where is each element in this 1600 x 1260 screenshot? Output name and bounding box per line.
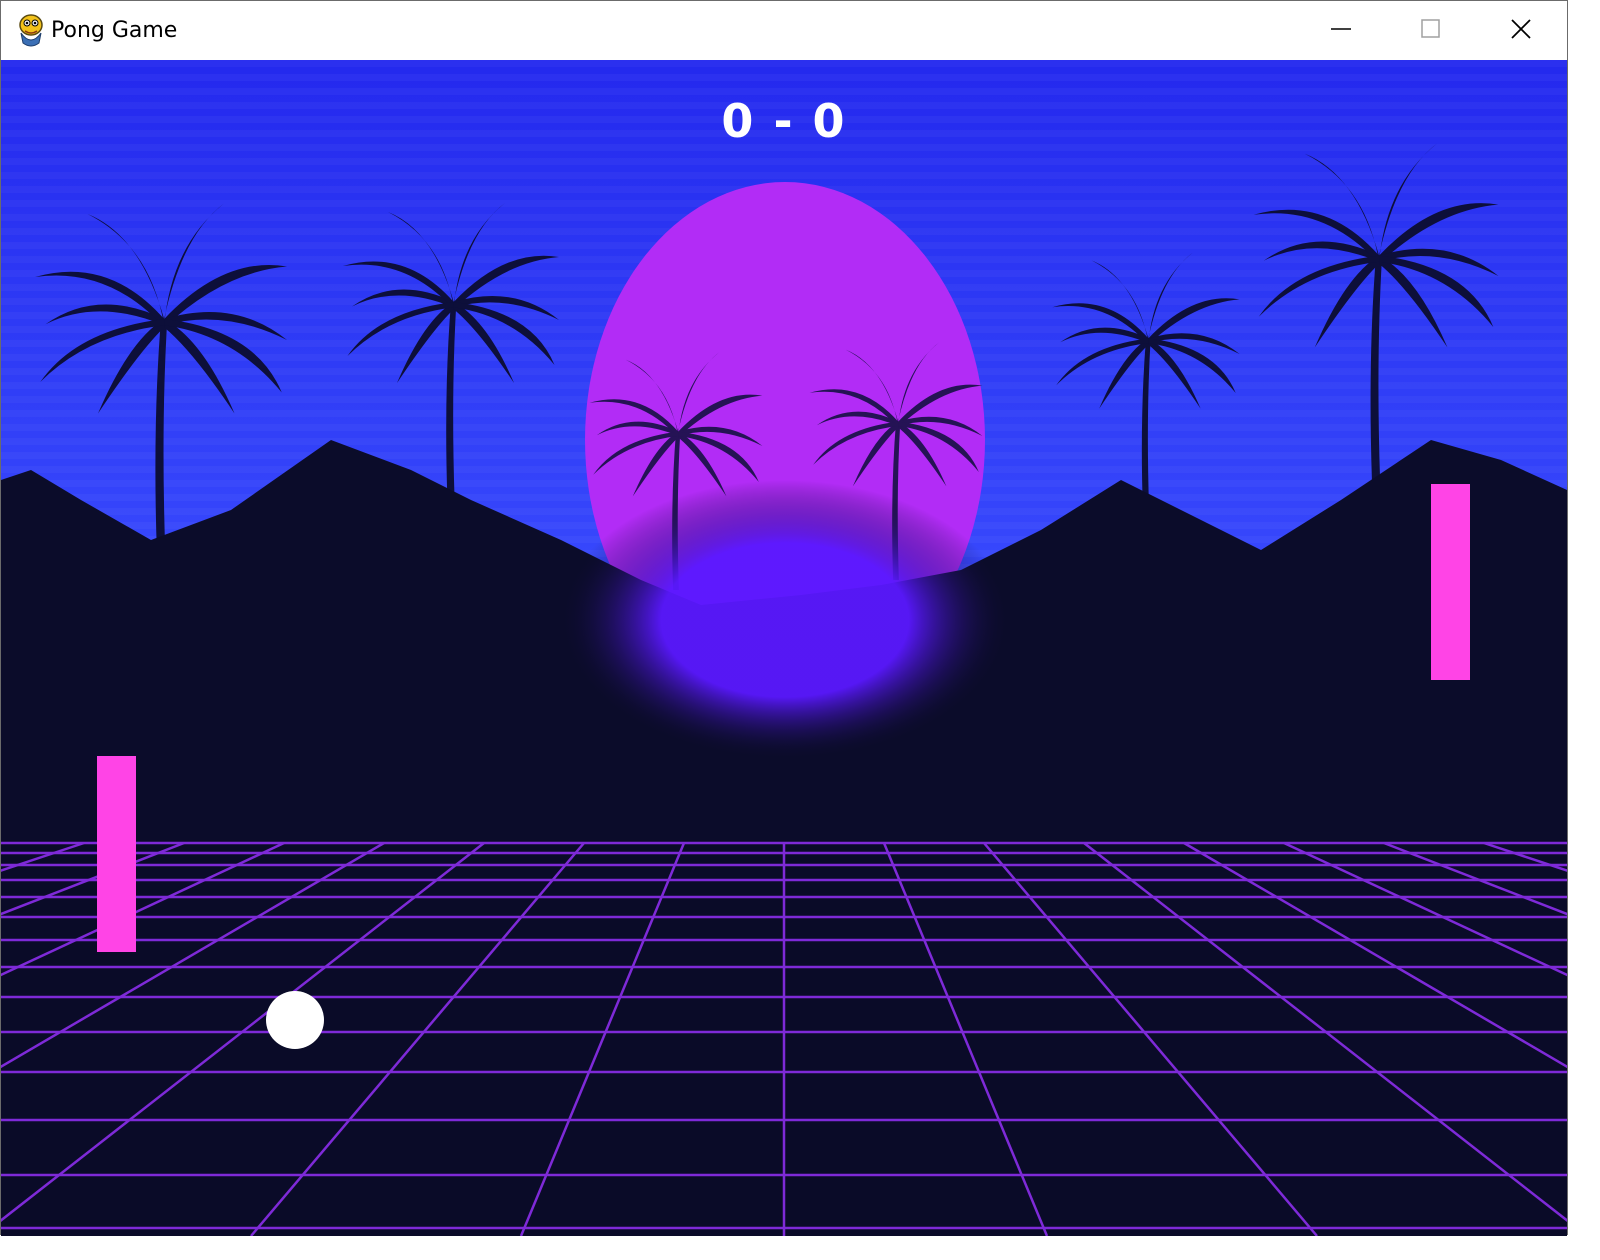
maximize-icon (1420, 18, 1442, 44)
title-bar[interactable]: Pong Game (1, 1, 1567, 60)
minimize-button[interactable] (1297, 1, 1385, 60)
close-button[interactable] (1477, 1, 1565, 60)
ball (266, 991, 324, 1049)
app-window: Pong Game 0 - 0 (0, 0, 1568, 1236)
right-paddle[interactable] (1431, 484, 1470, 680)
minimize-icon (1330, 18, 1352, 44)
score-display: 0 - 0 (721, 94, 847, 148)
python-snake-icon (15, 13, 47, 47)
window-title: Pong Game (51, 18, 178, 43)
game-canvas[interactable]: 0 - 0 (1, 60, 1567, 1236)
close-icon (1509, 17, 1533, 45)
maximize-button[interactable] (1387, 1, 1475, 60)
left-paddle[interactable] (97, 756, 136, 952)
game-background (1, 60, 1567, 1236)
